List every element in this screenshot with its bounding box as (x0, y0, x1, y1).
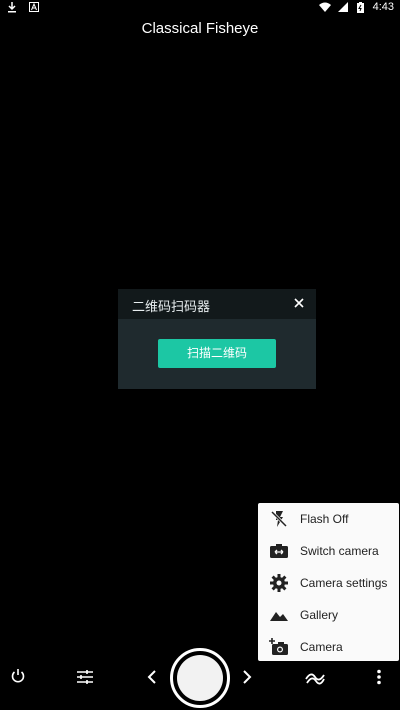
gear-icon (268, 572, 290, 594)
sliders-icon[interactable] (74, 666, 96, 688)
menu-item-label: Camera settings (300, 576, 388, 590)
shutter-button[interactable] (170, 648, 230, 708)
gallery-icon (268, 604, 290, 626)
app-title: Classical Fisheye (141, 20, 259, 37)
menu-item-camera-settings[interactable]: Camera settings (258, 567, 399, 599)
menu-item-label: Switch camera (300, 544, 379, 558)
menu-item-gallery[interactable]: Gallery (258, 599, 399, 631)
status-bar: 4:43 (0, 0, 400, 16)
signal-icon (337, 1, 349, 13)
menu-item-label: Camera (300, 640, 343, 654)
menu-item-camera[interactable]: Camera (258, 631, 399, 663)
effect-icon[interactable] (303, 666, 327, 688)
dialog-title: 二维码扫码器 (132, 299, 211, 314)
qr-scanner-dialog: 二维码扫码器 扫描二维码 (118, 289, 316, 389)
battery-charging-icon (355, 1, 367, 13)
wifi-icon (318, 1, 331, 13)
menu-item-switch-camera[interactable]: Switch camera (258, 535, 399, 567)
switch-camera-icon (268, 540, 290, 562)
chevron-right-icon[interactable] (238, 667, 256, 687)
menu-item-label: Gallery (300, 608, 339, 622)
menu-item-label: Flash Off (300, 512, 349, 526)
flash-off-icon (268, 508, 290, 530)
chevron-left-icon[interactable] (143, 667, 161, 687)
shutter-inner (177, 655, 223, 701)
scan-qr-button[interactable]: 扫描二维码 (158, 339, 276, 368)
more-vert-icon[interactable] (371, 666, 387, 688)
power-icon[interactable] (8, 666, 28, 686)
add-camera-icon (268, 636, 290, 658)
status-time: 4:43 (372, 1, 394, 13)
close-icon[interactable] (290, 294, 308, 312)
menu-item-flash-off[interactable]: Flash Off (258, 503, 399, 535)
dialog-header: 二维码扫码器 (118, 289, 316, 319)
a-icon (28, 1, 40, 13)
overflow-menu: Flash Off Switch camera Camera settings … (258, 503, 399, 661)
download-icon (6, 1, 18, 13)
